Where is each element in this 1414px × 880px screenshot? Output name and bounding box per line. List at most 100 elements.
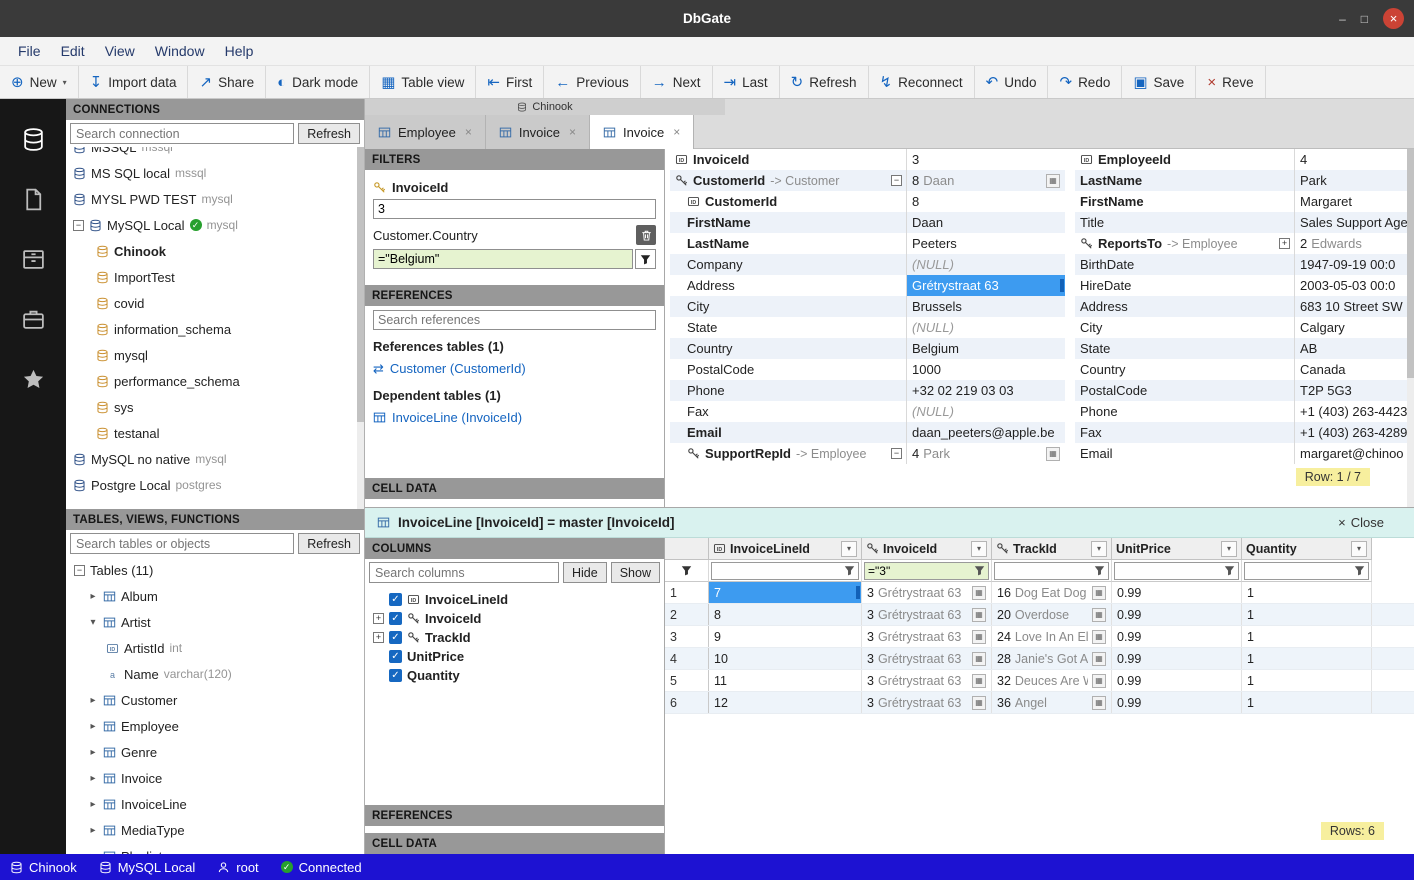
quantity-cell[interactable]: 1 <box>1242 626 1372 647</box>
form-row[interactable]: FirstName Margaret ▦ <box>1075 191 1414 212</box>
tree-item[interactable]: ▸ Customer <box>66 687 364 713</box>
refresh-tables-button[interactable]: Refresh <box>298 533 360 554</box>
column-toggle-item[interactable]: ✓ InvoiceLineId <box>365 590 664 609</box>
menu-help[interactable]: Help <box>215 43 264 59</box>
checkbox-checked-icon[interactable]: ✓ <box>389 650 402 663</box>
expand-chevron-icon[interactable]: ▸ <box>88 695 98 706</box>
form-value-cell[interactable]: margaret@chinoo ▦ <box>1295 443 1414 464</box>
detail-grid-icon[interactable]: ▦ <box>972 630 986 644</box>
form-row[interactable]: CustomerId -> Customer − 8 Daan ▦ <box>670 170 1065 191</box>
form-scrollbar[interactable] <box>1407 149 1414 507</box>
column-header-invoiceid[interactable]: InvoiceId ▾ <box>862 538 992 560</box>
tree-item[interactable]: ▸ Invoice <box>66 765 364 791</box>
close-reference-button[interactable]: × Close <box>1338 515 1384 530</box>
form-value-cell[interactable]: 683 10 Street SW ▦ <box>1295 296 1414 317</box>
form-value-cell[interactable]: Daan ▦ <box>907 212 1065 233</box>
form-value-cell[interactable]: Park ▦ <box>1295 170 1414 191</box>
form-value-cell[interactable]: Canada ▦ <box>1295 359 1414 380</box>
form-row[interactable]: Fax +1 (403) 263-4289 ▦ <box>1075 422 1414 443</box>
invoicelineid-cell[interactable]: 12 <box>709 692 862 713</box>
column-menu-icon[interactable]: ▾ <box>841 541 857 557</box>
next-button[interactable]: → Next ▾ <box>641 66 713 98</box>
redo-button[interactable]: ↷ Redo ▾ <box>1048 66 1122 98</box>
filter-funnel-button[interactable] <box>635 249 656 269</box>
form-row[interactable]: BirthDate 1947-09-19 00:0 ▦ <box>1075 254 1414 275</box>
form-row[interactable]: PostalCode T2P 5G3 ▦ <box>1075 380 1414 401</box>
form-value-cell[interactable]: Sales Support Age ▦ <box>1295 212 1414 233</box>
form-row[interactable]: LastName Park ▦ <box>1075 170 1414 191</box>
quantity-cell[interactable]: 1 <box>1242 670 1372 691</box>
form-value-cell[interactable]: 1000 ▦ <box>907 359 1065 380</box>
connections-rail-icon[interactable] <box>0 109 66 169</box>
invoiceid-cell[interactable]: 3 Grétrystraat 63 ▦ <box>862 648 992 669</box>
show-columns-button[interactable]: Show <box>611 562 660 583</box>
column-toggle-item[interactable]: + ✓ InvoiceId <box>365 609 664 628</box>
expand-chevron-icon[interactable]: ▸ <box>88 799 98 810</box>
search-connection-input[interactable] <box>70 123 294 144</box>
filter-funnel-icon[interactable] <box>1093 564 1106 577</box>
unitprice-cell[interactable]: 0.99 <box>1112 648 1242 669</box>
form-row[interactable]: Phone +1 (403) 263-4423 ▦ <box>1075 401 1414 422</box>
connection-item[interactable]: MS SQL local ✓ mssql <box>66 160 364 186</box>
checkbox-checked-icon[interactable]: ✓ <box>389 593 402 606</box>
form-value-cell[interactable]: 4 Park ▦ <box>907 443 1065 464</box>
undo-button[interactable]: ↶ Undo ▾ <box>975 66 1049 98</box>
form-row[interactable]: Address Grétrystraat 63 ▦ <box>670 275 1065 296</box>
invoicelineid-cell[interactable]: 7 <box>709 582 862 603</box>
files-rail-icon[interactable] <box>0 169 66 229</box>
unitprice-cell[interactable]: 0.99 <box>1112 582 1242 603</box>
form-row[interactable]: Phone +32 02 219 03 03 ▦ <box>670 380 1065 401</box>
connection-item[interactable]: Chinook ✓ <box>66 238 364 264</box>
search-tables-input[interactable] <box>70 533 294 554</box>
connection-item[interactable]: mysql ✓ <box>66 342 364 368</box>
form-value-cell[interactable]: Calgary ▦ <box>1295 317 1414 338</box>
form-value-cell[interactable]: daan_peeters@apple.be ▦ <box>907 422 1065 443</box>
dark-mode-button[interactable]: ◐ Dark mode ▾ <box>266 66 370 98</box>
table-view-button[interactable]: ▦ Table view ▾ <box>370 66 476 98</box>
refresh-button[interactable]: ↻ Refresh ▾ <box>780 66 869 98</box>
menu-file[interactable]: File <box>8 43 51 59</box>
form-value-cell[interactable]: Grétrystraat 63 ▦ <box>907 275 1065 296</box>
column-menu-icon[interactable]: ▾ <box>971 541 987 557</box>
column-header-unitprice[interactable]: UnitPrice ▾ <box>1112 538 1242 560</box>
grid-row[interactable]: 2 8 3 Grétrystraat 63 ▦ 20 <box>665 604 1414 626</box>
search-columns-input[interactable] <box>369 562 559 583</box>
form-row[interactable]: State (NULL) ▦ <box>670 317 1065 338</box>
form-value-cell[interactable]: T2P 5G3 ▦ <box>1295 380 1414 401</box>
tree-item[interactable]: ▸ MediaType <box>66 817 364 843</box>
trackid-cell[interactable]: 36 Angel ▦ <box>992 692 1112 713</box>
trackid-column-filter[interactable] <box>995 564 1093 578</box>
close-tab-icon[interactable]: × <box>673 125 680 139</box>
expand-collapse-icon[interactable]: − <box>891 448 902 459</box>
tree-item[interactable]: ▾ Artist <box>66 609 364 635</box>
grid-row[interactable]: 6 12 3 Grétrystraat 63 ▦ 36 <box>665 692 1414 714</box>
connection-item[interactable]: MySQL no native ✓ mysql <box>66 446 364 472</box>
unitprice-cell[interactable]: 0.99 <box>1112 670 1242 691</box>
form-value-cell[interactable]: (NULL) ▦ <box>907 254 1065 275</box>
form-value-cell[interactable]: (NULL) ▦ <box>907 317 1065 338</box>
form-value-cell[interactable]: +1 (403) 263-4289 ▦ <box>1295 422 1414 443</box>
detail-grid-icon[interactable]: ▦ <box>1092 696 1106 710</box>
filter-funnel-icon[interactable] <box>843 564 856 577</box>
invoiceid-cell[interactable]: 3 Grétrystraat 63 ▦ <box>862 692 992 713</box>
detail-grid-icon[interactable]: ▦ <box>1092 608 1106 622</box>
close-tab-icon[interactable]: × <box>465 125 472 139</box>
tree-item[interactable]: Name varchar(120) <box>66 661 364 687</box>
detail-grid-icon[interactable]: ▦ <box>972 586 986 600</box>
close-tab-icon[interactable]: × <box>569 125 576 139</box>
form-value-cell[interactable]: Brussels ▦ <box>907 296 1065 317</box>
invoicelineid-cell[interactable]: 10 <box>709 648 862 669</box>
detail-grid-icon[interactable]: ▦ <box>972 696 986 710</box>
grid-row[interactable]: 1 7 3 Grétrystraat 63 ▦ 16 <box>665 582 1414 604</box>
invoiceid-cell[interactable]: 3 Grétrystraat 63 ▦ <box>862 582 992 603</box>
form-value-cell[interactable]: +32 02 219 03 03 ▦ <box>907 380 1065 401</box>
expand-icon[interactable]: + <box>373 613 384 624</box>
invoiceid-filter-input[interactable] <box>373 199 656 219</box>
unitprice-cell[interactable]: 0.99 <box>1112 626 1242 647</box>
form-row[interactable]: Email daan_peeters@apple.be ▦ <box>670 422 1065 443</box>
column-header-trackid[interactable]: TrackId ▾ <box>992 538 1112 560</box>
form-row[interactable]: ReportsTo -> Employee + 2 Edwards ▦ <box>1075 233 1414 254</box>
column-toggle-item[interactable]: + ✓ TrackId <box>365 628 664 647</box>
form-row[interactable]: City Brussels ▦ <box>670 296 1065 317</box>
invoicelineid-column-filter[interactable] <box>712 564 843 578</box>
